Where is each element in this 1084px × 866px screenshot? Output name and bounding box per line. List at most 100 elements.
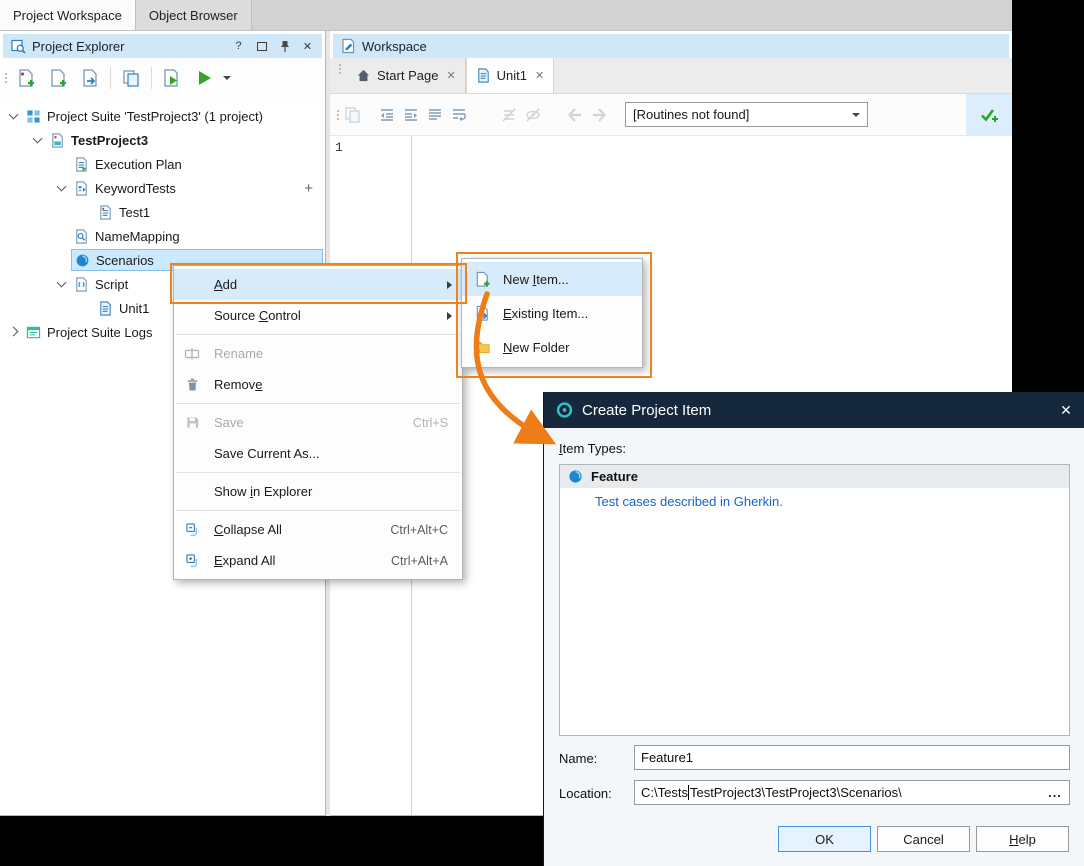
- menu-item-source-control[interactable]: Source Control: [174, 300, 462, 331]
- add-routine-button[interactable]: [341, 103, 365, 127]
- location-input[interactable]: C:\TestsTestProject3\TestProject3\Scenar…: [634, 780, 1070, 805]
- workspace-icon: [339, 38, 356, 54]
- toolbar-grip[interactable]: [336, 58, 343, 80]
- script-icon: [73, 276, 90, 292]
- submenu-item-new-folder[interactable]: New Folder: [462, 330, 642, 364]
- close-tab-icon[interactable]: ✕: [535, 69, 544, 82]
- name-input[interactable]: [634, 745, 1070, 770]
- close-icon[interactable]: ✕: [299, 38, 316, 54]
- toolbar-grip[interactable]: [334, 104, 341, 126]
- location-label: Location:: [559, 786, 612, 801]
- close-tab-icon[interactable]: ✕: [446, 69, 455, 82]
- menu-item-show-in-explorer[interactable]: Show in Explorer: [174, 476, 462, 507]
- tree-item-testproject3[interactable]: TestProject3: [0, 128, 325, 152]
- open-existing-item-button[interactable]: [75, 63, 105, 93]
- workspace-tab-bar: Project Workspace Object Browser: [0, 0, 1012, 31]
- show-panels-button[interactable]: [116, 63, 146, 93]
- tree-item-label: TestProject3: [71, 133, 148, 148]
- new-project-suite-button[interactable]: [11, 63, 41, 93]
- syntax-check-button[interactable]: [977, 103, 1001, 127]
- add-submenu: New Item... Existing Item... New Folder: [461, 258, 643, 368]
- submenu-item-new-item[interactable]: New Item...: [462, 262, 642, 296]
- run-project-button[interactable]: [189, 63, 219, 93]
- collapse-chevron-icon[interactable]: [54, 276, 71, 292]
- expand-all-icon: [182, 552, 202, 570]
- toolbar-grip[interactable]: [2, 67, 9, 89]
- tree-item-execution-plan[interactable]: Execution Plan: [0, 152, 325, 176]
- tree-item-label: KeywordTests: [95, 181, 176, 196]
- add-keyword-test-button[interactable]: +: [304, 181, 313, 196]
- run-project-suite-button[interactable]: [157, 63, 187, 93]
- document-plus-icon: [48, 68, 68, 88]
- project-explorer-title: Project Explorer: [32, 39, 124, 54]
- run-options-chevron-icon[interactable]: [223, 76, 231, 80]
- collapse-chevron-icon[interactable]: [30, 132, 47, 148]
- trash-icon: [182, 376, 202, 394]
- workspace-title: Workspace: [362, 39, 427, 54]
- help-button[interactable]: Help: [976, 826, 1069, 852]
- collapse-chevron-icon[interactable]: [54, 180, 71, 196]
- menu-item-collapse-all[interactable]: Collapse All Ctrl+Alt+C: [174, 514, 462, 545]
- create-project-item-dialog: Create Project Item ✕ Item Types: Featur…: [543, 392, 1084, 866]
- lines-curved-arrow-icon: [450, 106, 468, 124]
- editor-toolbar: [Routines not found]: [330, 94, 1012, 136]
- tab-unit1[interactable]: Unit1 ✕: [466, 58, 555, 93]
- dialog-title-bar[interactable]: Create Project Item ✕: [544, 392, 1084, 428]
- documents-icon: [121, 68, 141, 88]
- menu-item-label: Existing Item...: [503, 306, 588, 321]
- browse-button[interactable]: ...: [1043, 783, 1067, 802]
- menu-item-label: Remove: [214, 377, 262, 392]
- menu-item-expand-all[interactable]: Expand All Ctrl+Alt+A: [174, 545, 462, 576]
- tree-item-test1[interactable]: Test1: [0, 200, 325, 224]
- tab-project-workspace[interactable]: Project Workspace: [0, 0, 136, 30]
- indent-button[interactable]: [399, 103, 423, 127]
- pin-icon[interactable]: [276, 38, 293, 54]
- tree-item-namemapping[interactable]: NameMapping: [0, 224, 325, 248]
- project-icon: [49, 132, 66, 148]
- navigate-back-button[interactable]: [563, 103, 587, 127]
- menu-item-add[interactable]: Add: [174, 269, 462, 300]
- document-icon: [476, 68, 491, 83]
- tree-item-label: Project Suite 'TestProject3' (1 project): [47, 109, 263, 124]
- submenu-item-existing-item[interactable]: Existing Item...: [462, 296, 642, 330]
- help-icon[interactable]: ?: [230, 38, 247, 54]
- list-item-feature[interactable]: Feature: [560, 465, 1069, 488]
- menu-item-save-current-as[interactable]: Save Current As...: [174, 438, 462, 469]
- tab-start-page[interactable]: Start Page ✕: [347, 58, 466, 93]
- expand-chevron-icon[interactable]: [6, 324, 23, 340]
- document-plus-star-icon: [16, 68, 36, 88]
- toggle-hints-button[interactable]: [521, 103, 545, 127]
- menu-item-save: Save Ctrl+S: [174, 407, 462, 438]
- unit-icon: [97, 300, 114, 316]
- outdent-button[interactable]: [375, 103, 399, 127]
- logs-icon: [25, 324, 42, 340]
- menu-item-remove[interactable]: Remove: [174, 369, 462, 400]
- tree-item-label: Script: [95, 277, 128, 292]
- tree-item-keywordtests[interactable]: KeywordTests +: [0, 176, 325, 200]
- execution-plan-icon: [73, 156, 90, 172]
- menu-item-label: Add: [214, 277, 237, 292]
- collapse-chevron-icon[interactable]: [6, 108, 23, 124]
- ok-button[interactable]: OK: [778, 826, 871, 852]
- menu-separator: [176, 334, 460, 335]
- routines-dropdown[interactable]: [Routines not found]: [625, 102, 868, 127]
- navigate-forward-button[interactable]: [587, 103, 611, 127]
- keyword-test-icon: [97, 204, 114, 220]
- cancel-button[interactable]: Cancel: [877, 826, 970, 852]
- documents-plus-icon: [344, 106, 362, 124]
- new-project-item-button[interactable]: [43, 63, 73, 93]
- tab-object-browser[interactable]: Object Browser: [136, 0, 252, 30]
- wrap-lines-button[interactable]: [447, 103, 471, 127]
- new-item-icon: [472, 270, 492, 288]
- toggle-regions-button[interactable]: [497, 103, 521, 127]
- lines-left-arrow-icon: [378, 106, 396, 124]
- check-plus-icon: [979, 105, 999, 125]
- tree-item-project-suite[interactable]: Project Suite 'TestProject3' (1 project): [0, 104, 325, 128]
- item-type-list[interactable]: Feature Test cases described in Gherkin.: [559, 464, 1070, 736]
- float-window-icon[interactable]: [253, 38, 270, 54]
- submenu-arrow-icon: [447, 281, 452, 289]
- format-lines-button[interactable]: [423, 103, 447, 127]
- dialog-title: Create Project Item: [582, 402, 1039, 419]
- lines-right-arrow-icon: [402, 106, 420, 124]
- close-icon[interactable]: ✕: [1048, 392, 1084, 428]
